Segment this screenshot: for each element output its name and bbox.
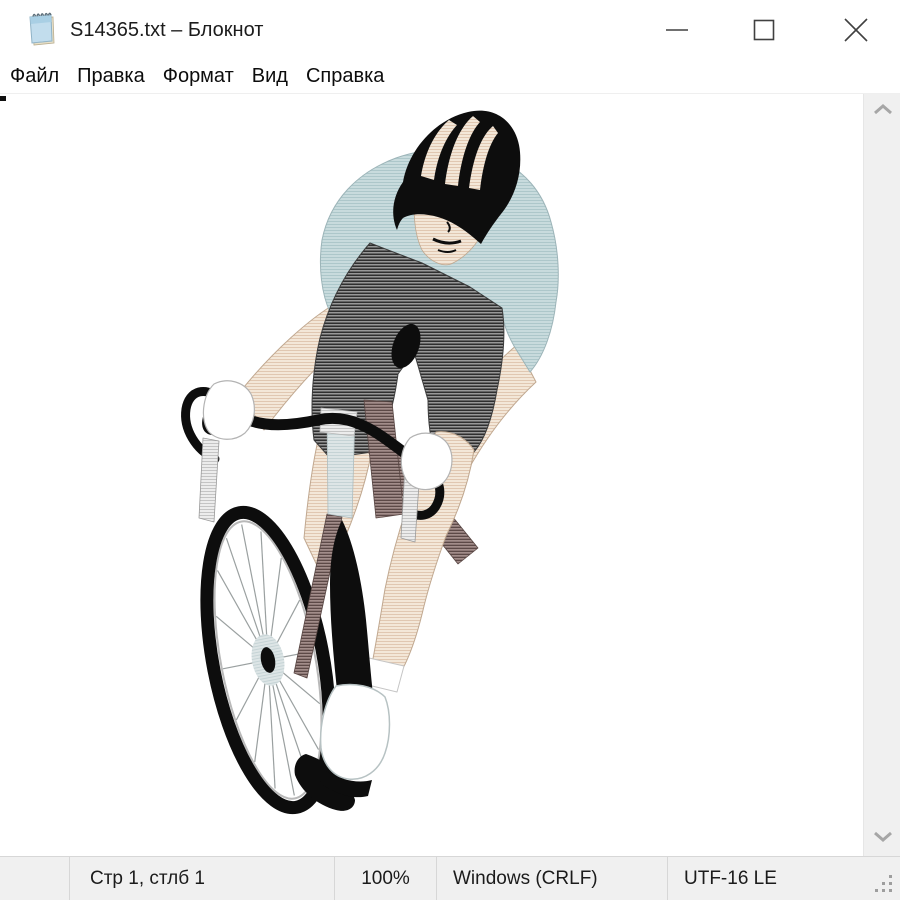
- status-cursor-position: Стр 1, стлб 1: [70, 857, 335, 900]
- cyclist-right-shoe: [321, 684, 390, 779]
- maximize-icon: [752, 18, 776, 42]
- menu-view[interactable]: Вид: [243, 60, 297, 93]
- status-encoding: UTF-16 LE: [668, 857, 900, 900]
- maximize-button[interactable]: [741, 0, 787, 60]
- scroll-up-icon[interactable]: [872, 102, 894, 116]
- window-title: S14365.txt – Блокнот: [70, 19, 263, 42]
- resize-grip-icon[interactable]: [873, 873, 895, 895]
- title-bar: S14365.txt – Блокнот: [0, 0, 900, 60]
- menu-file[interactable]: Файл: [1, 60, 68, 93]
- text-area[interactable]: [0, 94, 900, 856]
- close-icon: [843, 17, 869, 43]
- status-encoding-label: UTF-16 LE: [684, 868, 777, 890]
- minimize-button[interactable]: [654, 0, 700, 60]
- notepad-window: S14365.txt – Блокнот Файл Правка Формат …: [0, 0, 900, 900]
- status-line-ending: Windows (CRLF): [437, 857, 668, 900]
- text-caret: [0, 96, 6, 101]
- menu-bar: Файл Правка Формат Вид Справка: [0, 60, 900, 94]
- scroll-down-icon[interactable]: [872, 830, 894, 844]
- notepad-icon: [26, 11, 58, 49]
- menu-format[interactable]: Формат: [154, 60, 243, 93]
- status-empty-segment: [0, 857, 70, 900]
- close-button[interactable]: [833, 0, 879, 60]
- left-brake-lever: [199, 438, 219, 522]
- vertical-scrollbar[interactable]: [863, 94, 900, 856]
- cyclist-right-glove: [401, 433, 452, 489]
- minimize-icon: [665, 18, 689, 42]
- menu-edit[interactable]: Правка: [68, 60, 154, 93]
- status-bar: Стр 1, стлб 1 100% Windows (CRLF) UTF-16…: [0, 856, 900, 900]
- cyclist-illustration: [170, 108, 570, 818]
- menu-help[interactable]: Справка: [297, 60, 393, 93]
- status-zoom-level: 100%: [335, 857, 437, 900]
- cyclist-left-glove: [203, 381, 254, 439]
